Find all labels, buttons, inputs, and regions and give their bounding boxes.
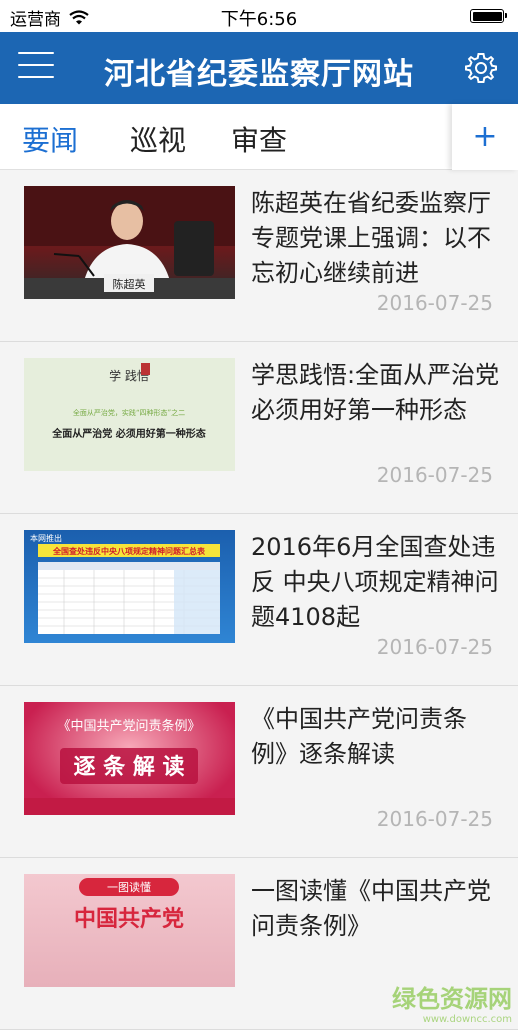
tab-xunshi[interactable]: 巡视 [130, 119, 186, 159]
thumb-top-text: 一图读懂 [107, 880, 151, 894]
status-bar: 运营商 下午6:56 [0, 0, 518, 32]
news-item[interactable]: 一图读懂 中国共产党 一图读懂《中国共产党问责条例》 绿色资源网 www.dow… [0, 858, 518, 1030]
watermark-text: 绿色资源网 [392, 985, 512, 1013]
news-thumbnail: 陈超英 [24, 186, 235, 299]
tab-bar: 要闻 巡视 审查 + [0, 104, 518, 170]
news-item[interactable]: 陈超英 陈超英在省纪委监察厅专题党课上强调：以不忘初心继续前进 2016-07-… [0, 170, 518, 342]
gear-icon[interactable] [464, 51, 498, 85]
watermark-url: www.downcc.com [422, 1014, 512, 1025]
thumb-caption: 逐 条 解 读 [74, 754, 185, 780]
thumb-top-text: 《中国共产党问责条例》 [57, 718, 200, 734]
thumb-caption: 全面从严治党 必须用好第一种形态 [51, 427, 205, 440]
news-date: 2016-07-25 [376, 807, 493, 831]
news-list: 陈超英 陈超英在省纪委监察厅专题党课上强调：以不忘初心继续前进 2016-07-… [0, 170, 518, 1030]
battery-level [472, 11, 502, 21]
news-date: 2016-07-25 [376, 635, 493, 659]
add-tab-button[interactable]: + [452, 104, 518, 170]
news-title: 一图读懂《中国共产党问责条例》 [251, 877, 491, 940]
thumb-top-text: 本网推出 [30, 533, 62, 543]
news-title: 学思践悟:全面从严治党 必须用好第一种形态 [251, 361, 500, 424]
news-item[interactable]: 本网推出 全国查处违反中央八项规定精神问题汇总表 2016年6月全国查处违反 中… [0, 514, 518, 686]
news-title: 《中国共产党问责条例》逐条解读 [251, 705, 467, 768]
tab-add-container: + [452, 104, 518, 170]
news-item[interactable]: 学 践悟 全面从严治党，实践“四种形态”之二 全面从严治党 必须用好第一种形态 … [0, 342, 518, 514]
battery-icon [470, 9, 507, 23]
news-thumbnail: 《中国共产党问责条例》 逐 条 解 读 [24, 702, 235, 815]
tab-yaowen[interactable]: 要闻 [22, 119, 78, 159]
watermark: 绿色资源网 www.downcc.com [392, 979, 512, 1025]
tab-shencha[interactable]: 审查 [231, 119, 287, 159]
news-title: 2016年6月全国查处违反 中央八项规定精神问题4108起 [251, 533, 499, 631]
news-item[interactable]: 《中国共产党问责条例》 逐 条 解 读 《中国共产党问责条例》逐条解读 2016… [0, 686, 518, 858]
news-thumbnail: 本网推出 全国查处违反中央八项规定精神问题汇总表 [24, 530, 235, 643]
thumb-caption: 全国查处违反中央八项规定精神问题汇总表 [52, 546, 206, 556]
status-time: 下午6:56 [220, 9, 298, 30]
news-date: 2016-07-25 [376, 463, 493, 487]
news-thumbnail: 学 践悟 全面从严治党，实践“四种形态”之二 全面从严治党 必须用好第一种形态 [24, 358, 235, 471]
app-title: 河北省纪委监察厅网站 [104, 57, 414, 92]
nav-bar: 河北省纪委监察厅网站 [0, 32, 518, 104]
news-date: 2016-07-25 [376, 291, 493, 315]
thumb-sub-text: 全面从严治党，实践“四种形态”之二 [73, 408, 185, 417]
news-thumbnail: 一图读懂 中国共产党 [24, 874, 235, 987]
thumb-caption: 陈超英 [113, 277, 146, 291]
news-title: 陈超英在省纪委监察厅专题党课上强调：以不忘初心继续前进 [251, 189, 491, 287]
